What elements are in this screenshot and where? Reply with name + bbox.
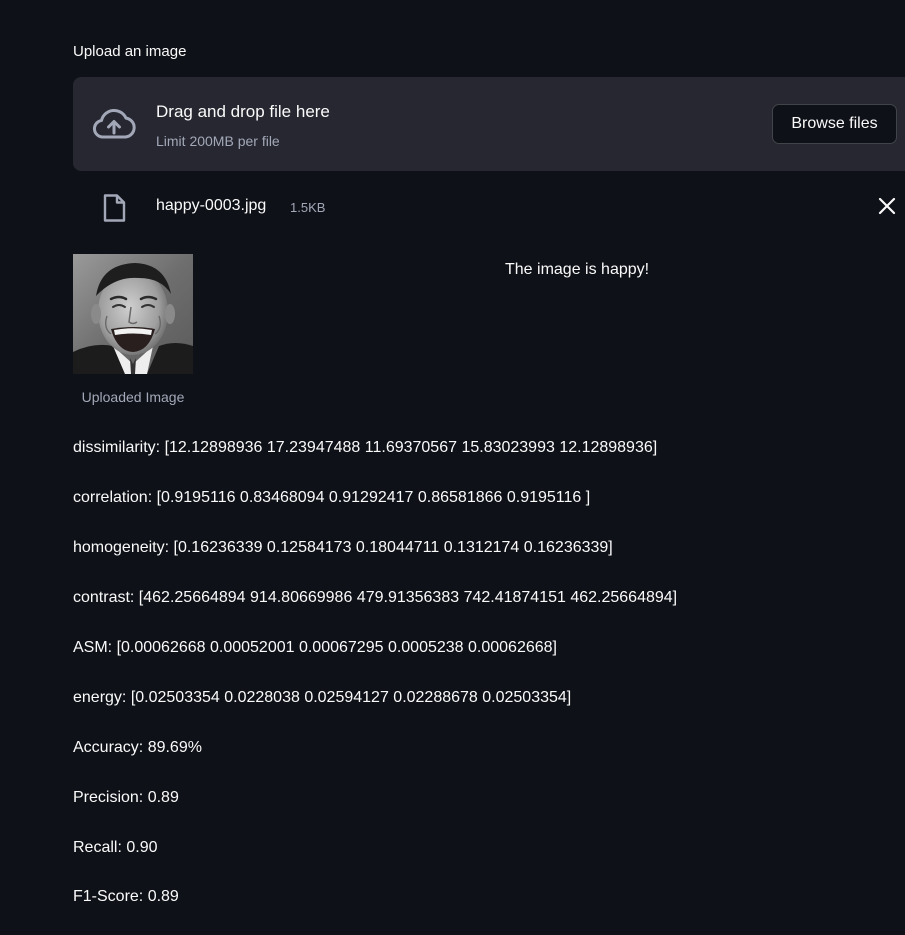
file-name: happy-0003.jpg <box>156 197 267 214</box>
recall-text: Recall: 0.90 <box>73 839 158 856</box>
browse-files-button[interactable]: Browse files <box>772 104 897 144</box>
cloud-upload-icon <box>92 108 136 139</box>
contrast-text: contrast: [462.25664894 914.80669986 479… <box>73 589 678 606</box>
image-caption: Uploaded Image <box>81 389 185 405</box>
f1-score-text: F1-Score: 0.89 <box>73 888 179 905</box>
uploaded-file-row: happy-0003.jpg 1.5KB <box>73 186 905 230</box>
uploaded-face-image <box>73 254 193 374</box>
homogeneity-text: homogeneity: [0.16236339 0.12584173 0.18… <box>73 539 613 556</box>
accuracy-text: Accuracy: 89.69% <box>73 739 202 756</box>
prediction-result: The image is happy! <box>505 261 650 278</box>
asm-text: ASM: [0.00062668 0.00052001 0.00067295 0… <box>73 639 557 656</box>
correlation-text: correlation: [0.9195116 0.83468094 0.912… <box>73 489 591 506</box>
dropzone-limit: Limit 200MB per file <box>156 133 280 149</box>
dissimilarity-text: dissimilarity: [12.12898936 17.23947488 … <box>73 439 658 456</box>
file-size: 1.5KB <box>290 200 326 215</box>
precision-text: Precision: 0.89 <box>73 789 179 806</box>
upload-label: Upload an image <box>73 43 187 60</box>
file-icon <box>103 194 126 222</box>
energy-text: energy: [0.02503354 0.0228038 0.02594127… <box>73 689 572 706</box>
file-dropzone[interactable]: Drag and drop file here Limit 200MB per … <box>73 77 905 171</box>
close-icon[interactable] <box>877 196 897 216</box>
dropzone-title: Drag and drop file here <box>156 102 330 121</box>
